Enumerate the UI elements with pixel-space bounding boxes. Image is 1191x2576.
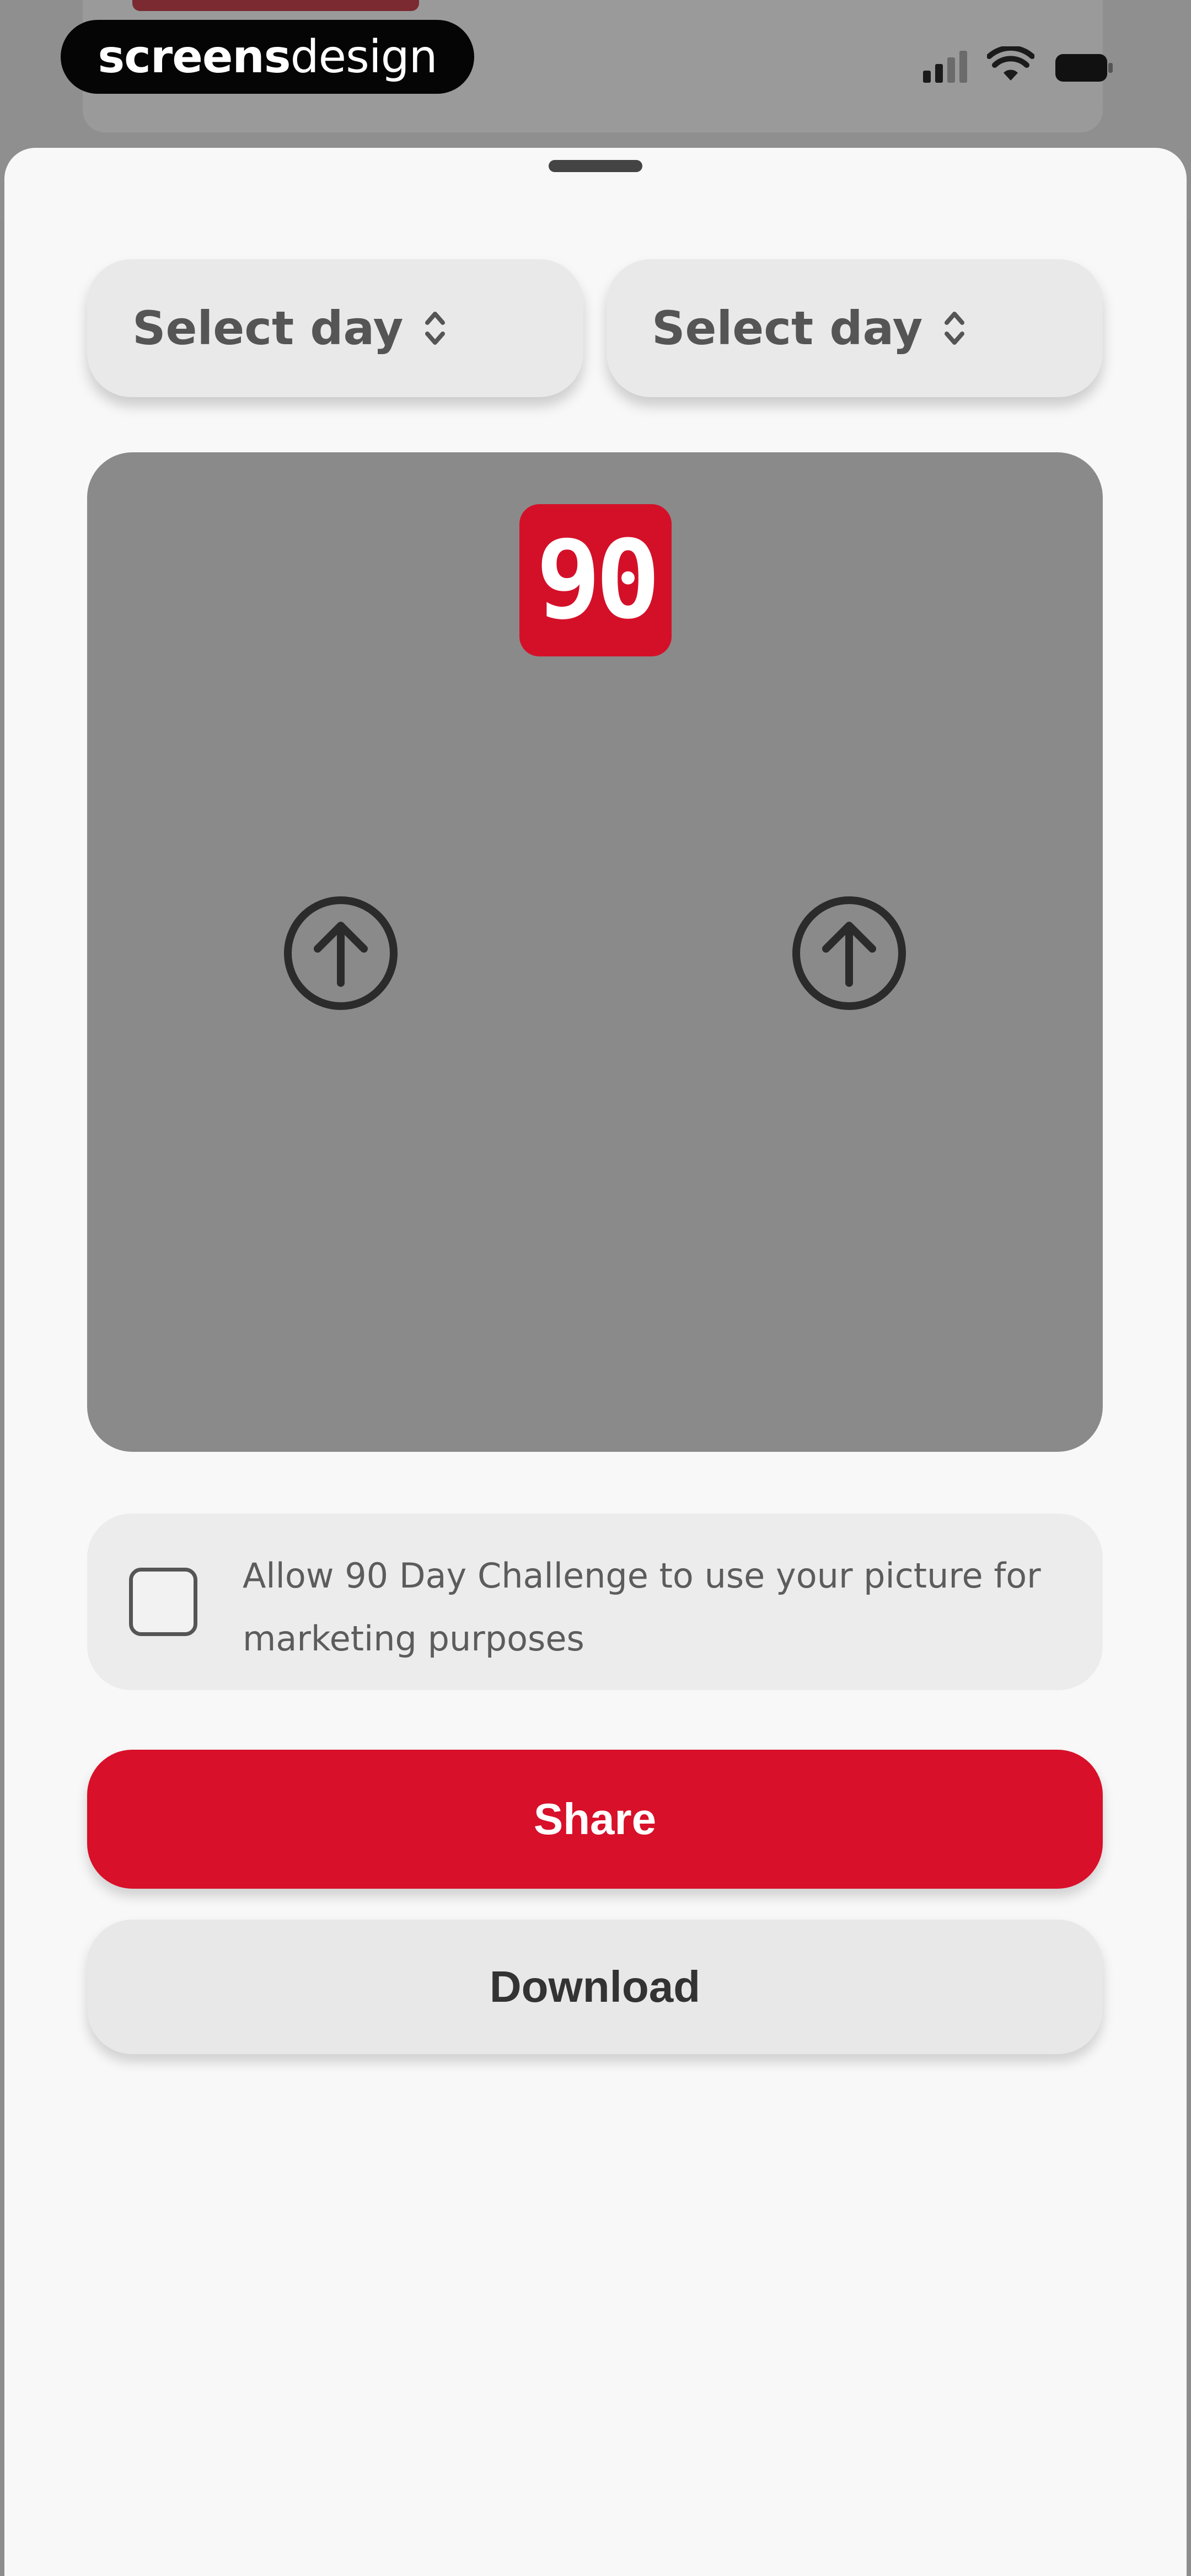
background-red-strip — [132, 0, 419, 11]
cellular-signal-icon — [923, 51, 967, 83]
arrow-up-circle-icon[interactable] — [791, 895, 908, 1012]
chevron-up-down-icon — [942, 309, 967, 347]
wifi-icon — [987, 46, 1034, 81]
select-day-label: Select day — [652, 301, 923, 355]
90-day-challenge-logo: 90 — [519, 504, 672, 656]
download-button[interactable]: Download — [87, 1920, 1103, 2054]
select-day-after-dropdown[interactable]: Select day — [607, 259, 1103, 397]
watermark-light-text: design — [290, 30, 438, 83]
select-day-before-dropdown[interactable]: Select day — [87, 259, 583, 397]
marketing-consent-checkbox[interactable] — [129, 1568, 197, 1636]
share-button[interactable]: Share — [87, 1750, 1103, 1889]
marketing-consent-text: Allow 90 Day Challenge to use your pictu… — [243, 1556, 1041, 1659]
screensdesign-watermark: screens design — [61, 20, 474, 94]
select-day-label: Select day — [132, 301, 404, 355]
sheet-drag-handle[interactable] — [549, 160, 642, 172]
watermark-bold-text: screens — [98, 30, 291, 83]
battery-icon — [1055, 54, 1113, 82]
status-bar-icons — [923, 46, 1114, 83]
arrow-up-circle-icon[interactable] — [282, 895, 399, 1012]
chevron-up-down-icon — [423, 309, 447, 347]
